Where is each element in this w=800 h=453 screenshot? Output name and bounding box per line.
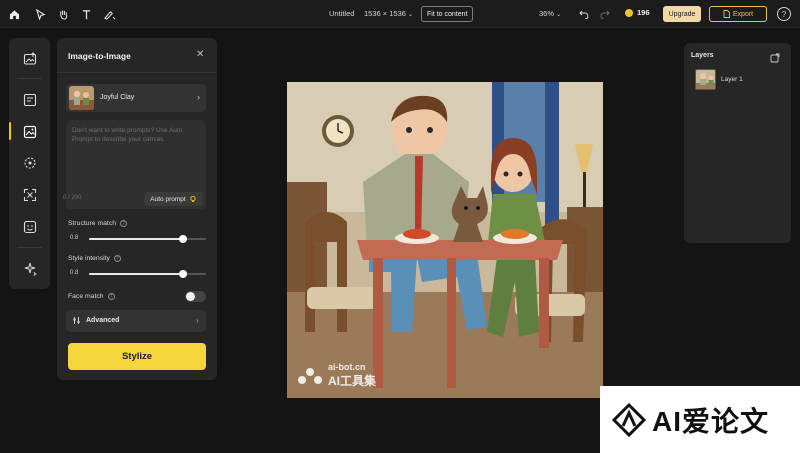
face-match-label: Face match ? (68, 293, 115, 300)
export-label: Export (732, 10, 754, 18)
slider-handle[interactable] (178, 270, 187, 278)
redo-icon[interactable] (597, 6, 613, 22)
style-intensity-slider[interactable] (89, 270, 206, 278)
top-toolbar: Untitled 1536 × 1536 ⌄ Fit to content 36… (0, 0, 800, 28)
info-icon[interactable]: ? (107, 293, 115, 300)
coin-icon (625, 8, 633, 17)
auto-prompt-label: Auto prompt (150, 195, 186, 203)
help-icon[interactable]: ? (777, 7, 791, 21)
prompt-placeholder: Don't want to write prompts? Use Auto Pr… (72, 127, 183, 143)
chevron-right-icon: › (196, 316, 199, 325)
advanced-label: Advanced (86, 317, 120, 324)
style-name: Joyful Clay (100, 94, 135, 101)
credits-counter: 196 (625, 8, 650, 17)
badge-text: AI爱论文 (652, 405, 770, 437)
sparkle-effects-icon[interactable] (21, 260, 38, 277)
watermark: ai-bot.cn AI工具集 (296, 362, 376, 389)
sliders-icon (73, 317, 80, 324)
structure-match-text: Structure match (68, 220, 116, 227)
style-thumbnail (69, 86, 94, 110)
credits-value: 196 (637, 8, 650, 17)
chevron-down-icon: ⌄ (408, 12, 414, 18)
text-tool-icon[interactable] (78, 6, 94, 22)
prompt-char-count: 0 / 200 (63, 195, 82, 201)
layer-thumbnail (695, 69, 716, 90)
structure-match-label: Structure match ? (68, 220, 127, 227)
slider-fill (89, 273, 183, 275)
canvas-size-dropdown[interactable]: 1536 × 1536 ⌄ (364, 9, 413, 18)
canvas-size-value: 1536 × 1536 (364, 9, 406, 18)
face-match-text: Face match (68, 293, 104, 300)
home-icon[interactable] (6, 6, 22, 22)
expand-image-icon[interactable] (21, 186, 38, 203)
layers-panel: Layers Layer 1 (684, 43, 791, 243)
hand-tool-icon[interactable] (55, 6, 71, 22)
toggle-knob (186, 292, 195, 301)
slider-fill (89, 238, 183, 240)
structure-match-value: 0.8 (70, 235, 79, 241)
info-icon[interactable]: ? (119, 220, 127, 227)
chevron-down-icon: ⌄ (556, 12, 562, 18)
info-icon[interactable]: ? (113, 255, 121, 262)
canvas-image[interactable] (287, 82, 603, 398)
document-title[interactable]: Untitled (329, 9, 354, 18)
watermark-domain: ai-bot.cn (328, 362, 366, 372)
image-to-image-panel: Image-to-Image ✕ Joyful Clay › Don't wan… (57, 38, 217, 380)
upload-image-icon[interactable] (21, 50, 38, 67)
slider-handle[interactable] (178, 235, 187, 243)
panel-title: Image-to-Image (68, 51, 131, 61)
pen-tool-icon[interactable] (101, 6, 117, 22)
zoom-dropdown[interactable]: 36% ⌄ (539, 9, 561, 18)
style-intensity-value: 0.8 (70, 270, 79, 276)
style-intensity-label: Style intensity ? (68, 255, 121, 262)
close-icon[interactable]: ✕ (196, 49, 204, 60)
export-icon (723, 10, 730, 18)
select-tool-icon[interactable] (32, 6, 48, 22)
face-swap-icon[interactable] (21, 218, 38, 235)
layers-title: Layers (691, 52, 714, 59)
style-intensity-text: Style intensity (68, 255, 110, 262)
layer-item[interactable]: Layer 1 (692, 69, 784, 91)
badge-logo-icon (612, 402, 646, 437)
undo-icon[interactable] (576, 6, 592, 22)
export-button[interactable]: Export (709, 6, 767, 22)
text-to-image-icon[interactable] (21, 91, 38, 108)
stylize-button[interactable]: Stylize (68, 343, 206, 370)
image-to-image-icon[interactable] (21, 123, 38, 140)
add-layer-icon[interactable] (770, 50, 780, 68)
face-match-toggle[interactable] (185, 291, 206, 302)
advanced-section[interactable]: Advanced › (66, 310, 206, 332)
structure-match-slider[interactable] (89, 235, 206, 243)
zoom-value: 36% (539, 9, 555, 18)
style-selector[interactable]: Joyful Clay › (66, 84, 206, 112)
tool-rail (9, 38, 50, 289)
watermark-brand: AI工具集 (328, 374, 377, 388)
upgrade-button[interactable]: Upgrade (663, 6, 701, 22)
auto-prompt-button[interactable]: Auto prompt (144, 192, 203, 206)
chevron-right-icon: › (197, 92, 200, 102)
watermark-logo-icon (298, 367, 322, 384)
fit-to-content-button[interactable]: Fit to content (421, 6, 474, 22)
lightbulb-icon (190, 195, 196, 202)
layer-name: Layer 1 (721, 76, 743, 83)
site-badge: AI爱论文 (600, 386, 800, 453)
magic-remove-icon[interactable] (21, 154, 38, 171)
